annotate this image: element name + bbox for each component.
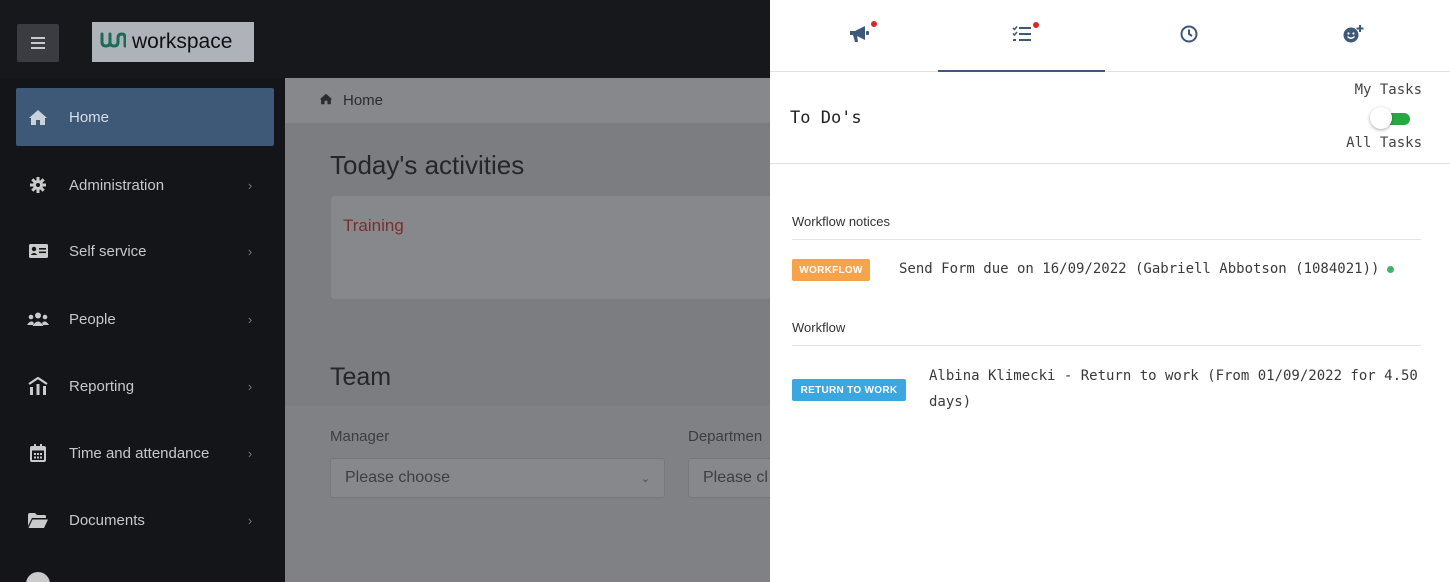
sidebar: Home Administration › Self service › Peo… — [0, 78, 285, 582]
chevron-right-icon: › — [247, 311, 253, 327]
panel-tabs — [770, 0, 1450, 72]
megaphone-icon — [848, 21, 877, 47]
sidebar-item-people[interactable]: People › — [16, 290, 274, 348]
hamburger-line — [31, 42, 45, 44]
id-card-icon — [26, 244, 50, 258]
return-to-work-text-line2: days) — [929, 394, 972, 410]
sidebar-item-reporting[interactable]: Reporting › — [16, 357, 274, 415]
chart-icon — [26, 377, 50, 395]
workflow-notice-item[interactable]: Send Form due on 16/09/2022 (Gabriell Ab… — [899, 256, 1395, 282]
breadcrumb-home-icon[interactable] — [319, 92, 333, 109]
page-title: Today's activities — [330, 150, 525, 180]
all-tasks-label[interactable]: All Tasks — [1346, 135, 1422, 151]
manager-select-value: Please choose — [345, 469, 450, 486]
chevron-right-icon: › — [247, 177, 253, 193]
team-title: Team — [330, 363, 392, 391]
logo-mark-svg — [100, 31, 127, 48]
sidebar-item-label: Documents — [69, 511, 145, 529]
chevron-right-icon: › — [247, 378, 253, 394]
sidebar-item-label: Reporting — [69, 377, 135, 395]
chevron-right-icon: › — [247, 512, 253, 528]
return-to-work-item[interactable]: Albina Klimecki - Return to work (From 0… — [929, 363, 1418, 415]
partial-nav-icon — [26, 572, 50, 582]
manager-label: Manager — [330, 428, 390, 445]
manager-select[interactable]: Please choose ⌄ — [330, 458, 665, 498]
chevron-right-icon: › — [247, 445, 253, 461]
tab-add-user[interactable] — [1270, 0, 1437, 72]
return-to-work-badge: RETURN TO WORK — [792, 379, 906, 401]
return-to-work-text-line1: Albina Klimecki - Return to work (From 0… — [929, 368, 1418, 384]
activity-item[interactable]: Training — [343, 216, 404, 236]
team-filter-area: Manager Please choose ⌄ Departmen Please… — [285, 406, 770, 582]
sidebar-item-documents[interactable]: Documents › — [16, 491, 274, 549]
breadcrumb: Home — [285, 78, 770, 123]
tab-announcements[interactable] — [775, 0, 942, 72]
tasks-icon — [1011, 22, 1039, 46]
sidebar-item-home[interactable]: Home — [16, 88, 274, 146]
clock-icon — [1180, 25, 1198, 47]
panel-title: To Do's — [790, 108, 862, 128]
chevron-down-icon: ⌄ — [640, 473, 650, 485]
folder-icon — [26, 512, 50, 528]
logo-mark-icon — [100, 31, 127, 54]
breadcrumb-home-link[interactable]: Home — [343, 92, 383, 109]
add-user-icon — [1343, 24, 1365, 48]
calendar-icon — [26, 444, 50, 462]
sidebar-item-time-and-attendance[interactable]: Time and attendance › — [16, 424, 274, 482]
users-icon — [26, 312, 50, 326]
my-tasks-label[interactable]: My Tasks — [1355, 82, 1422, 98]
section-divider — [792, 345, 1421, 346]
notification-dot — [870, 21, 877, 27]
hamburger-menu-button[interactable] — [17, 24, 59, 62]
sidebar-item-label: Home — [69, 108, 110, 126]
department-label: Departmen — [688, 428, 763, 445]
workflow-badge: WORKFLOW — [792, 259, 870, 281]
tab-tasks[interactable] — [938, 0, 1105, 72]
sidebar-item-administration[interactable]: Administration › — [16, 156, 274, 214]
status-dot-icon — [1387, 265, 1395, 273]
tasks-scope-toggle[interactable] — [1370, 107, 1410, 129]
hamburger-line — [31, 47, 45, 49]
sidebar-item-label: People — [69, 310, 116, 328]
gear-icon — [26, 177, 50, 193]
section-workflow-notices-label: Workflow notices — [792, 214, 891, 229]
sidebar-item-label: Time and attendance — [69, 444, 210, 462]
toggle-knob — [1370, 107, 1392, 129]
tab-history[interactable] — [1105, 0, 1272, 72]
logo[interactable]: workspace — [92, 22, 254, 62]
todo-panel: To Do's My Tasks All Tasks Workflow noti… — [770, 0, 1450, 582]
sidebar-item-self-service[interactable]: Self service › — [16, 222, 274, 280]
chevron-right-icon: › — [247, 243, 253, 259]
panel-header: To Do's My Tasks All Tasks — [770, 72, 1450, 164]
main-content: Home Today's activities Training Team Ma… — [285, 78, 770, 582]
hamburger-icon — [31, 37, 45, 39]
activities-card: Training — [331, 196, 770, 299]
workflow-notice-text: Send Form due on 16/09/2022 (Gabriell Ab… — [899, 261, 1380, 277]
logo-text: workspace — [132, 30, 233, 53]
department-select[interactable]: Please cl — [688, 458, 770, 498]
section-workflow-label: Workflow — [792, 320, 846, 335]
department-select-value: Please cl — [703, 469, 768, 486]
sidebar-item-label: Administration — [69, 176, 165, 194]
section-divider — [792, 239, 1421, 240]
sidebar-item-label: Self service — [69, 242, 147, 260]
home-icon — [26, 109, 50, 126]
notification-dot — [1032, 22, 1039, 28]
